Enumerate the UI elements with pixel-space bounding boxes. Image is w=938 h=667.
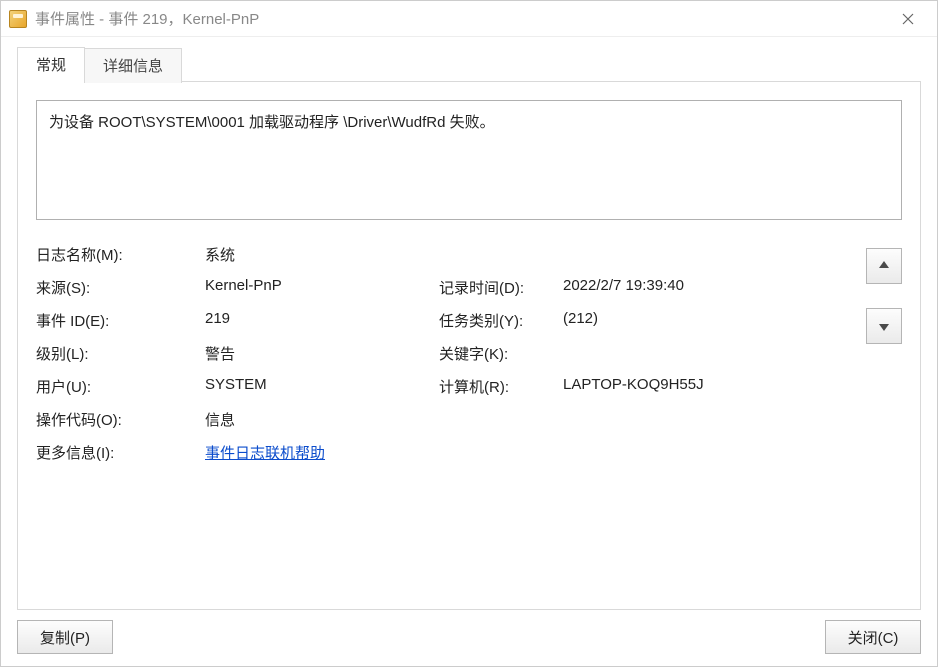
value-level: 警告 [205, 343, 435, 364]
window-title: 事件属性 - 事件 219，Kernel-PnP [35, 8, 885, 29]
label-taskcategory: 任务类别(Y): [439, 310, 559, 331]
next-event-button[interactable] [866, 308, 902, 344]
value-logname: 系统 [205, 244, 435, 265]
label-source: 来源(S): [36, 277, 201, 298]
close-button[interactable]: 关闭(C) [825, 620, 921, 654]
label-eventid: 事件 ID(E): [36, 310, 201, 331]
value-source: Kernel-PnP [205, 277, 435, 298]
value-eventid: 219 [205, 310, 435, 331]
app-icon [9, 10, 27, 28]
value-user: SYSTEM [205, 376, 435, 397]
general-panel: 为设备 ROOT\SYSTEM\0001 加载驱动程序 \Driver\Wudf… [17, 81, 921, 610]
label-logname: 日志名称(M): [36, 244, 201, 265]
prev-event-button[interactable] [866, 248, 902, 284]
titlebar: 事件属性 - 事件 219，Kernel-PnP [1, 1, 937, 37]
label-opcode: 操作代码(O): [36, 409, 201, 430]
label-level: 级别(L): [36, 343, 201, 364]
label-keywords: 关键字(K): [439, 343, 559, 364]
event-properties-window: 事件属性 - 事件 219，Kernel-PnP 常规 详细信息 为设备 ROO… [0, 0, 938, 667]
client-area: 常规 详细信息 为设备 ROOT\SYSTEM\0001 加载驱动程序 \Dri… [1, 37, 937, 666]
value-keywords [563, 343, 856, 364]
dialog-footer: 复制(P) 关闭(C) [17, 610, 921, 654]
copy-button[interactable]: 复制(P) [17, 620, 113, 654]
label-computer: 计算机(R): [439, 376, 559, 397]
tabstrip: 常规 详细信息 [17, 47, 921, 82]
nav-buttons [856, 244, 902, 599]
value-logged: 2022/2/7 19:39:40 [563, 277, 856, 298]
tab-details[interactable]: 详细信息 [84, 48, 182, 83]
label-user: 用户(U): [36, 376, 201, 397]
tab-general[interactable]: 常规 [17, 47, 85, 82]
label-moreinfo: 更多信息(I): [36, 442, 201, 463]
value-computer: LAPTOP-KOQ9H55J [563, 376, 856, 397]
link-eventlog-help[interactable]: 事件日志联机帮助 [205, 445, 325, 462]
event-message[interactable]: 为设备 ROOT\SYSTEM\0001 加载驱动程序 \Driver\Wudf… [36, 100, 902, 220]
close-icon[interactable] [885, 3, 931, 35]
value-opcode: 信息 [205, 409, 435, 430]
label-logged: 记录时间(D): [439, 277, 559, 298]
properties-grid: 日志名称(M): 系统 来源(S): Kernel-PnP 记录时间(D): 2… [36, 244, 856, 599]
value-taskcategory: (212) [563, 310, 856, 331]
